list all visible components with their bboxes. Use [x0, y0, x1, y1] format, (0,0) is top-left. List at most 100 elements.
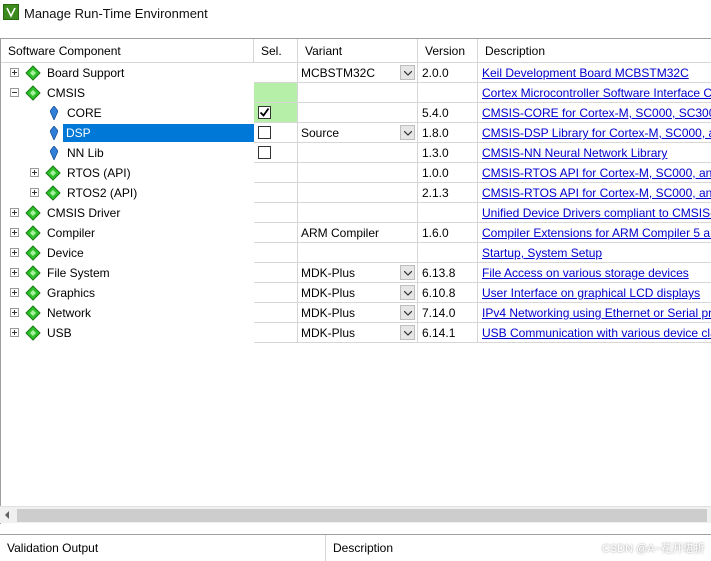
select-checkbox[interactable]	[258, 146, 271, 159]
sel-cell	[254, 83, 298, 103]
variant-cell	[298, 143, 418, 163]
version-cell	[418, 203, 478, 223]
table-row[interactable]: File System MDK-Plus 6.13.8 File Access …	[1, 263, 711, 283]
version-cell: 2.1.3	[418, 183, 478, 203]
expand-icon[interactable]	[10, 248, 19, 257]
variant-dropdown-arrow-icon[interactable]	[400, 285, 415, 300]
column-header-description[interactable]: Description	[478, 39, 711, 63]
column-header-sel[interactable]: Sel.	[254, 39, 298, 63]
description-link[interactable]: CMSIS-NN Neural Network Library	[478, 143, 711, 163]
table-row[interactable]: CMSIS Driver Unified Device Drivers comp…	[1, 203, 711, 223]
scroll-left-arrow-icon[interactable]	[5, 511, 9, 519]
description-link[interactable]: Startup, System Setup	[478, 243, 711, 263]
component-cell: Graphics	[1, 283, 254, 303]
table-row[interactable]: NN Lib 1.3.0 CMSIS-NN Neural Network Lib…	[1, 143, 711, 163]
variant-cell[interactable]: Source	[298, 123, 418, 143]
component-cell: Network	[1, 303, 254, 323]
horizontal-scrollbar[interactable]	[0, 506, 711, 523]
expand-icon[interactable]	[30, 188, 39, 197]
version-cell: 6.14.1	[418, 323, 478, 343]
version-cell: 1.8.0	[418, 123, 478, 143]
table-row[interactable]: Network MDK-Plus 7.14.0 IPv4 Networking …	[1, 303, 711, 323]
expand-icon[interactable]	[10, 308, 19, 317]
table-row[interactable]: CORE 5.4.0 CMSIS-CORE for Cortex-M, SC00…	[1, 103, 711, 123]
component-group-diamond-icon	[25, 245, 41, 261]
table-row[interactable]: Board Support MCBSTM32C 2.0.0 Keil Devel…	[1, 63, 711, 83]
table-row[interactable]: RTOS2 (API) 2.1.3 CMSIS-RTOS API for Cor…	[1, 183, 711, 203]
component-cell: Compiler	[1, 223, 254, 243]
variant-cell	[298, 243, 418, 263]
description-link[interactable]: USB Communication with various device cl…	[478, 323, 711, 343]
description-link[interactable]: IPv4 Networking using Ethernet or Serial…	[478, 303, 711, 323]
expand-icon[interactable]	[10, 228, 19, 237]
app-logo-icon	[3, 4, 19, 20]
component-cell: DSP	[1, 123, 254, 143]
component-name: Board Support	[47, 66, 125, 80]
component-name: NN Lib	[67, 146, 104, 160]
select-checkbox[interactable]	[258, 126, 271, 139]
column-header-validation-output[interactable]: Validation Output	[0, 535, 326, 561]
variant-dropdown-arrow-icon[interactable]	[400, 125, 415, 140]
component-group-diamond-icon	[25, 325, 41, 341]
variant-dropdown-arrow-icon[interactable]	[400, 305, 415, 320]
table-row[interactable]: DSP Source 1.8.0 CMSIS-DSP Library for C…	[1, 123, 711, 143]
description-link[interactable]: CMSIS-CORE for Cortex-M, SC000, SC300, A…	[478, 103, 711, 123]
expand-icon[interactable]	[10, 328, 19, 337]
component-name: USB	[47, 326, 72, 340]
expand-icon[interactable]	[10, 68, 19, 77]
expand-icon[interactable]	[30, 168, 39, 177]
variant-dropdown-arrow-icon[interactable]	[400, 265, 415, 280]
description-link[interactable]: Cortex Microcontroller Software Interfac…	[478, 83, 711, 103]
collapse-icon[interactable]	[10, 88, 19, 97]
column-header-variant[interactable]: Variant	[298, 39, 418, 63]
column-header-component[interactable]: Software Component	[1, 39, 254, 63]
table-row[interactable]: Device Startup, System Setup	[1, 243, 711, 263]
description-link[interactable]: Keil Development Board MCBSTM32C	[478, 63, 711, 83]
component-name-selected[interactable]: DSP	[63, 124, 254, 142]
expand-icon[interactable]	[10, 208, 19, 217]
description-link[interactable]: CMSIS-RTOS API for Cortex-M, SC000, and …	[478, 183, 711, 203]
description-link[interactable]: Unified Device Drivers compliant to CMSI…	[478, 203, 711, 223]
sel-cell	[254, 103, 298, 123]
component-group-diamond-icon	[25, 65, 41, 81]
table-row[interactable]: USB MDK-Plus 6.14.1 USB Communication wi…	[1, 323, 711, 343]
component-name: RTOS (API)	[67, 166, 131, 180]
sel-cell	[254, 203, 298, 223]
variant-value: MDK-Plus	[301, 306, 356, 320]
version-cell: 6.10.8	[418, 283, 478, 303]
sel-cell	[254, 163, 298, 183]
component-gem-icon	[50, 106, 58, 120]
variant-dropdown-arrow-icon[interactable]	[400, 65, 415, 80]
description-link[interactable]: CMSIS-DSP Library for Cortex-M, SC000, a…	[478, 123, 711, 143]
column-header-version[interactable]: Version	[418, 39, 478, 63]
table-row[interactable]: RTOS (API) 1.0.0 CMSIS-RTOS API for Cort…	[1, 163, 711, 183]
variant-cell	[298, 83, 418, 103]
expand-icon[interactable]	[10, 268, 19, 277]
component-group-diamond-icon	[45, 165, 61, 181]
variant-cell[interactable]: MDK-Plus	[298, 283, 418, 303]
variant-cell[interactable]: MDK-Plus	[298, 263, 418, 283]
variant-cell[interactable]: MCBSTM32C	[298, 63, 418, 83]
component-group-diamond-icon	[25, 225, 41, 241]
variant-cell[interactable]: MDK-Plus	[298, 323, 418, 343]
table-row[interactable]: Compiler ARM Compiler 1.6.0 Compiler Ext…	[1, 223, 711, 243]
table-row[interactable]: CMSIS Cortex Microcontroller Software In…	[1, 83, 711, 103]
variant-dropdown-arrow-icon[interactable]	[400, 325, 415, 340]
component-name: Network	[47, 306, 92, 320]
description-link[interactable]: CMSIS-RTOS API for Cortex-M, SC000, and …	[478, 163, 711, 183]
expand-icon[interactable]	[10, 288, 19, 297]
description-link[interactable]: File Access on various storage devices	[478, 263, 711, 283]
table-row[interactable]: Graphics MDK-Plus 6.10.8 User Interface …	[1, 283, 711, 303]
component-cell: RTOS2 (API)	[1, 183, 254, 203]
component-cell: CMSIS Driver	[1, 203, 254, 223]
component-cell: RTOS (API)	[1, 163, 254, 183]
select-checkbox[interactable]	[258, 106, 271, 119]
description-link[interactable]: User Interface on graphical LCD displays	[478, 283, 711, 303]
variant-value: Source	[301, 126, 340, 140]
component-table: Software Component Sel. Variant Version …	[0, 38, 711, 524]
version-cell: 1.0.0	[418, 163, 478, 183]
version-cell	[418, 83, 478, 103]
scrollbar-thumb[interactable]	[17, 509, 707, 522]
variant-cell[interactable]: MDK-Plus	[298, 303, 418, 323]
description-link[interactable]: Compiler Extensions for ARM Compiler 5 a…	[478, 223, 711, 243]
